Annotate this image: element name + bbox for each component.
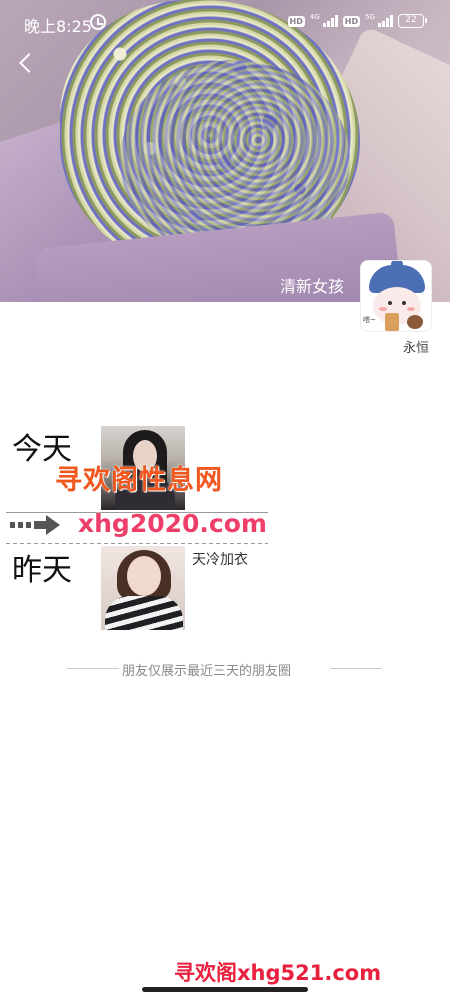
watermark-site-name: 寻欢阁性息网 [55,465,223,496]
status-bar: 晚上8:25 HD 4G HD 5G 22 [0,0,450,44]
network-5g-label: 5G [365,13,375,21]
watermark-bottom: 寻欢阁xhg521.com [174,961,382,985]
avatar-cheek-left [379,307,387,311]
photo-body [105,596,183,630]
moment-photo-yesterday[interactable] [101,546,185,630]
network-4g-label: 4G [309,13,320,21]
photo-face [127,556,161,596]
avatar-bear [407,315,423,329]
signal-icon-2 [378,15,393,27]
hd-badge: HD [287,15,305,27]
home-indicator[interactable] [142,987,308,992]
avatar-cup [385,313,399,331]
avatar-eye-right [402,301,406,305]
avatar-cheek-right [407,307,415,311]
watermark-site-url: xhg2020.com [78,509,267,538]
back-arrow-icon[interactable] [16,52,36,74]
status-time: 晚上8:25 [24,17,92,36]
hd-badge-2: HD [342,15,361,27]
signal-icon [322,15,338,27]
avatar-eye-left [388,301,392,305]
day-label-yesterday: 昨天 [12,553,72,588]
avatar[interactable]: 喂~ [360,260,432,332]
divider-line-right [330,668,382,669]
battery-icon: 22 [398,14,427,28]
system-icons: HD 4G HD 5G 22 [287,13,427,28]
watermark-rule-bottom [6,543,268,544]
footer-note: 朋友仅展示最近三天的朋友圈 [122,664,292,679]
avatar-tag: 喂~ [363,316,376,324]
alarm-icon [90,14,106,30]
moment-text-yesterday[interactable]: 天冷加衣 [192,549,248,569]
cover-photo[interactable]: 晚上8:25 HD 4G HD 5G 22 清新女孩 [0,0,450,302]
divider-line-left [67,668,119,669]
profile-name: 清新女孩 [280,277,345,296]
watermark-arrow-icon [10,515,60,535]
avatar-name: 永恒 [403,341,430,356]
